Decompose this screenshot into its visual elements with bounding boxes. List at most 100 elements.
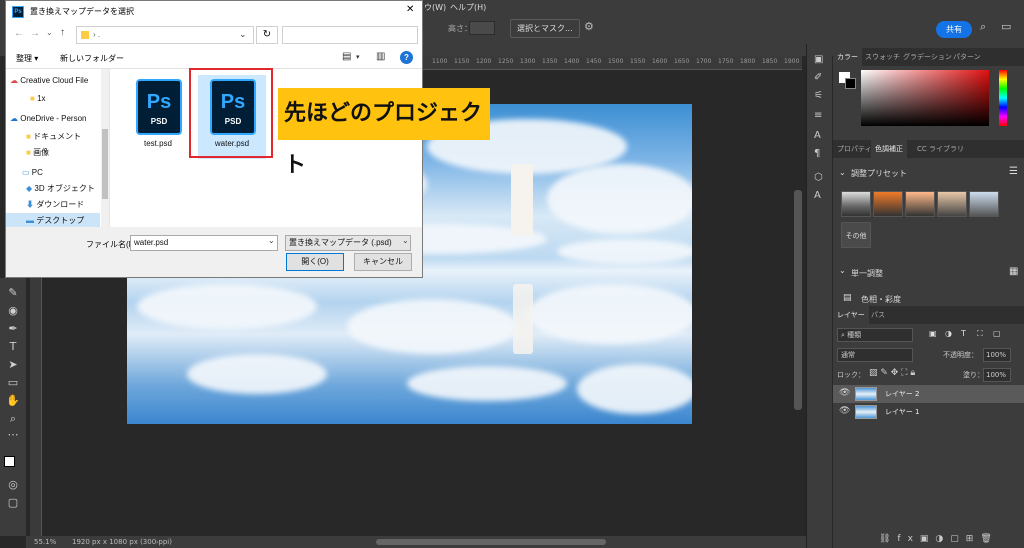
tab-swatches[interactable]: スウォッチ <box>861 48 904 66</box>
list-view-icon[interactable]: ☰ <box>1009 166 1018 177</box>
history-icon[interactable]: ▣ <box>814 54 823 65</box>
filter-pixel-icon[interactable]: ▣ <box>929 329 937 338</box>
file-item-test[interactable]: Ps PSD test.psd <box>124 75 192 159</box>
quick-mask-icon[interactable]: ◎ <box>5 478 21 492</box>
preset-thumb[interactable] <box>873 191 903 217</box>
tree-item-desktop[interactable]: ▬ デスクトップ <box>6 213 100 227</box>
history-dropdown-icon[interactable]: ⌄ <box>46 28 53 37</box>
tab-gradients[interactable]: グラデーション <box>899 48 956 66</box>
filename-input[interactable]: water.psd <box>130 235 278 251</box>
address-bar[interactable]: › . ⌄ <box>76 26 254 44</box>
chevron-down-icon[interactable]: ▾ <box>356 53 360 61</box>
layer-actions-icons[interactable]: ⛓fx▣◑▢⊞🗑︎ <box>879 534 999 544</box>
tree-item-1x[interactable]: ■ 1x <box>30 91 46 107</box>
forward-arrow-icon[interactable]: → <box>30 28 40 39</box>
filter-shape-icon[interactable]: ⛶ <box>977 329 983 339</box>
tree-item-downloads[interactable]: ⬇ ダウンロード <box>26 197 84 213</box>
paragraph-icon[interactable]: ¶ <box>814 148 820 159</box>
search-icon[interactable]: ⌕ <box>980 20 986 34</box>
chevron-down-icon[interactable]: ⌄ <box>268 236 275 245</box>
select-and-mask-button[interactable]: 選択とマスク... <box>510 19 580 38</box>
tab-properties[interactable]: プロパティ <box>833 140 876 158</box>
menu-help[interactable]: ヘルプ(H) <box>450 2 486 13</box>
brush-settings-icon[interactable]: ✐ <box>814 72 822 83</box>
share-button[interactable]: 共有 <box>936 21 972 38</box>
more-presets-button[interactable]: その他 <box>841 222 871 248</box>
layer-name[interactable]: レイヤー 2 <box>885 389 919 399</box>
filter-adjust-icon[interactable]: ◑ <box>945 329 952 338</box>
chevron-down-icon[interactable]: ⌄ <box>239 29 247 40</box>
filetype-select[interactable]: 置き換えマップデータ (.psd) <box>285 235 411 251</box>
tree-scroll-thumb[interactable] <box>102 129 108 199</box>
glyphs-icon[interactable]: A <box>814 190 821 201</box>
tree-item-onedrive[interactable]: ☁ OneDrive - Person <box>10 111 86 127</box>
tree-item-pc[interactable]: ▭ PC <box>22 165 43 181</box>
zoom-level[interactable]: 55.1% <box>34 538 56 546</box>
hand-tool-icon[interactable]: ✋ <box>5 394 21 408</box>
tree-item-documents[interactable]: ■ ドキュメント <box>26 129 81 145</box>
brush-tool-icon[interactable]: ✎ <box>5 286 21 300</box>
hue-saturation-icon[interactable]: ▤ <box>843 293 852 303</box>
hue-saturation-label[interactable]: 色相・彩度 <box>861 294 901 305</box>
tree-scrollbar[interactable] <box>101 69 109 227</box>
chevron-down-icon[interactable]: ⌄ <box>402 236 409 245</box>
rectangle-tool-icon[interactable]: ▭ <box>5 376 21 390</box>
tab-cc-libraries[interactable]: CC ライブラリ <box>913 140 968 158</box>
cube-icon[interactable]: ⬡ <box>814 172 823 183</box>
chevron-down-icon[interactable]: ⌄ <box>839 266 846 275</box>
tree-item-pictures[interactable]: ■ 画像 <box>26 145 49 161</box>
visibility-eye-icon[interactable]: 👁︎ <box>839 388 850 398</box>
layer-row-2[interactable]: 👁︎ レイヤー 2 <box>833 385 1024 403</box>
height-input[interactable] <box>469 21 495 35</box>
cancel-button[interactable]: キャンセル <box>354 253 412 271</box>
hue-slider[interactable] <box>999 70 1007 126</box>
preset-thumb[interactable] <box>905 191 935 217</box>
tab-layers[interactable]: レイヤー <box>833 306 869 324</box>
refresh-icon[interactable]: ↻ <box>256 26 278 44</box>
pen-tool-icon[interactable]: ✒ <box>5 322 21 336</box>
blend-mode-select[interactable]: 通常 <box>837 348 913 362</box>
preview-pane-icon[interactable]: ▥ <box>376 51 385 62</box>
visibility-eye-icon[interactable]: 👁︎ <box>839 406 850 416</box>
foreground-color-swatch[interactable] <box>4 456 15 467</box>
tab-patterns[interactable]: パターン <box>949 48 985 66</box>
workspace-icon[interactable]: ▭ <box>1001 20 1011 33</box>
up-arrow-icon[interactable]: ↑ <box>60 27 65 38</box>
help-icon[interactable]: ? <box>400 51 413 64</box>
new-folder-button[interactable]: 新しいフォルダー <box>60 53 124 64</box>
tab-paths[interactable]: パス <box>867 306 889 324</box>
menu-window[interactable]: ウ(W) <box>424 2 446 13</box>
layer-row-1[interactable]: 👁︎ レイヤー 1 <box>833 403 1024 421</box>
fill-input[interactable]: 100% <box>983 368 1011 382</box>
type-tool-icon[interactable]: T <box>5 340 21 354</box>
grid-view-icon[interactable]: ▦ <box>1009 266 1018 277</box>
lock-pixels-icon[interactable]: ▨ ✎ ✥ ⛶ 🔒︎ <box>869 368 915 378</box>
adjust-icon[interactable]: ⚟ <box>814 90 823 101</box>
search-input[interactable] <box>282 26 418 44</box>
preset-thumb[interactable] <box>937 191 967 217</box>
open-button[interactable]: 開く(O) <box>286 253 344 271</box>
stamp-tool-icon[interactable]: ◉ <box>5 304 21 318</box>
view-options-icon[interactable]: ▤ <box>342 51 351 62</box>
layer-filter-select[interactable]: ⌕ 種類 <box>837 328 913 342</box>
filter-type-icon[interactable]: T <box>961 329 966 338</box>
chevron-down-icon[interactable]: ⌄ <box>839 168 846 177</box>
sliders-icon[interactable]: ≡ <box>814 110 822 121</box>
tab-color[interactable]: カラー <box>833 48 862 66</box>
selection-tool-icon[interactable]: ➤ <box>5 358 21 372</box>
expand-arrow-icon[interactable]: › <box>156 539 158 546</box>
more-tools-icon[interactable]: ⋯ <box>5 428 21 442</box>
preset-thumb[interactable] <box>841 191 871 217</box>
background-swatch[interactable] <box>845 78 856 89</box>
horizontal-scrollbar[interactable] <box>376 539 606 545</box>
tab-adjustments[interactable]: 色調補正 <box>871 140 907 158</box>
tree-item-3d-objects[interactable]: ◆ 3D オブジェクト <box>26 181 95 197</box>
layer-name[interactable]: レイヤー 1 <box>885 407 919 417</box>
preset-thumb[interactable] <box>969 191 999 217</box>
tree-item-creative-cloud[interactable]: ☁ Creative Cloud File <box>10 73 88 89</box>
filter-smart-icon[interactable]: ▢ <box>993 329 1001 338</box>
color-field[interactable] <box>861 70 989 126</box>
organize-button[interactable]: 整理 ▾ <box>16 53 38 64</box>
screen-mode-icon[interactable]: ▢ <box>5 496 21 510</box>
opacity-input[interactable]: 100% <box>983 348 1011 362</box>
